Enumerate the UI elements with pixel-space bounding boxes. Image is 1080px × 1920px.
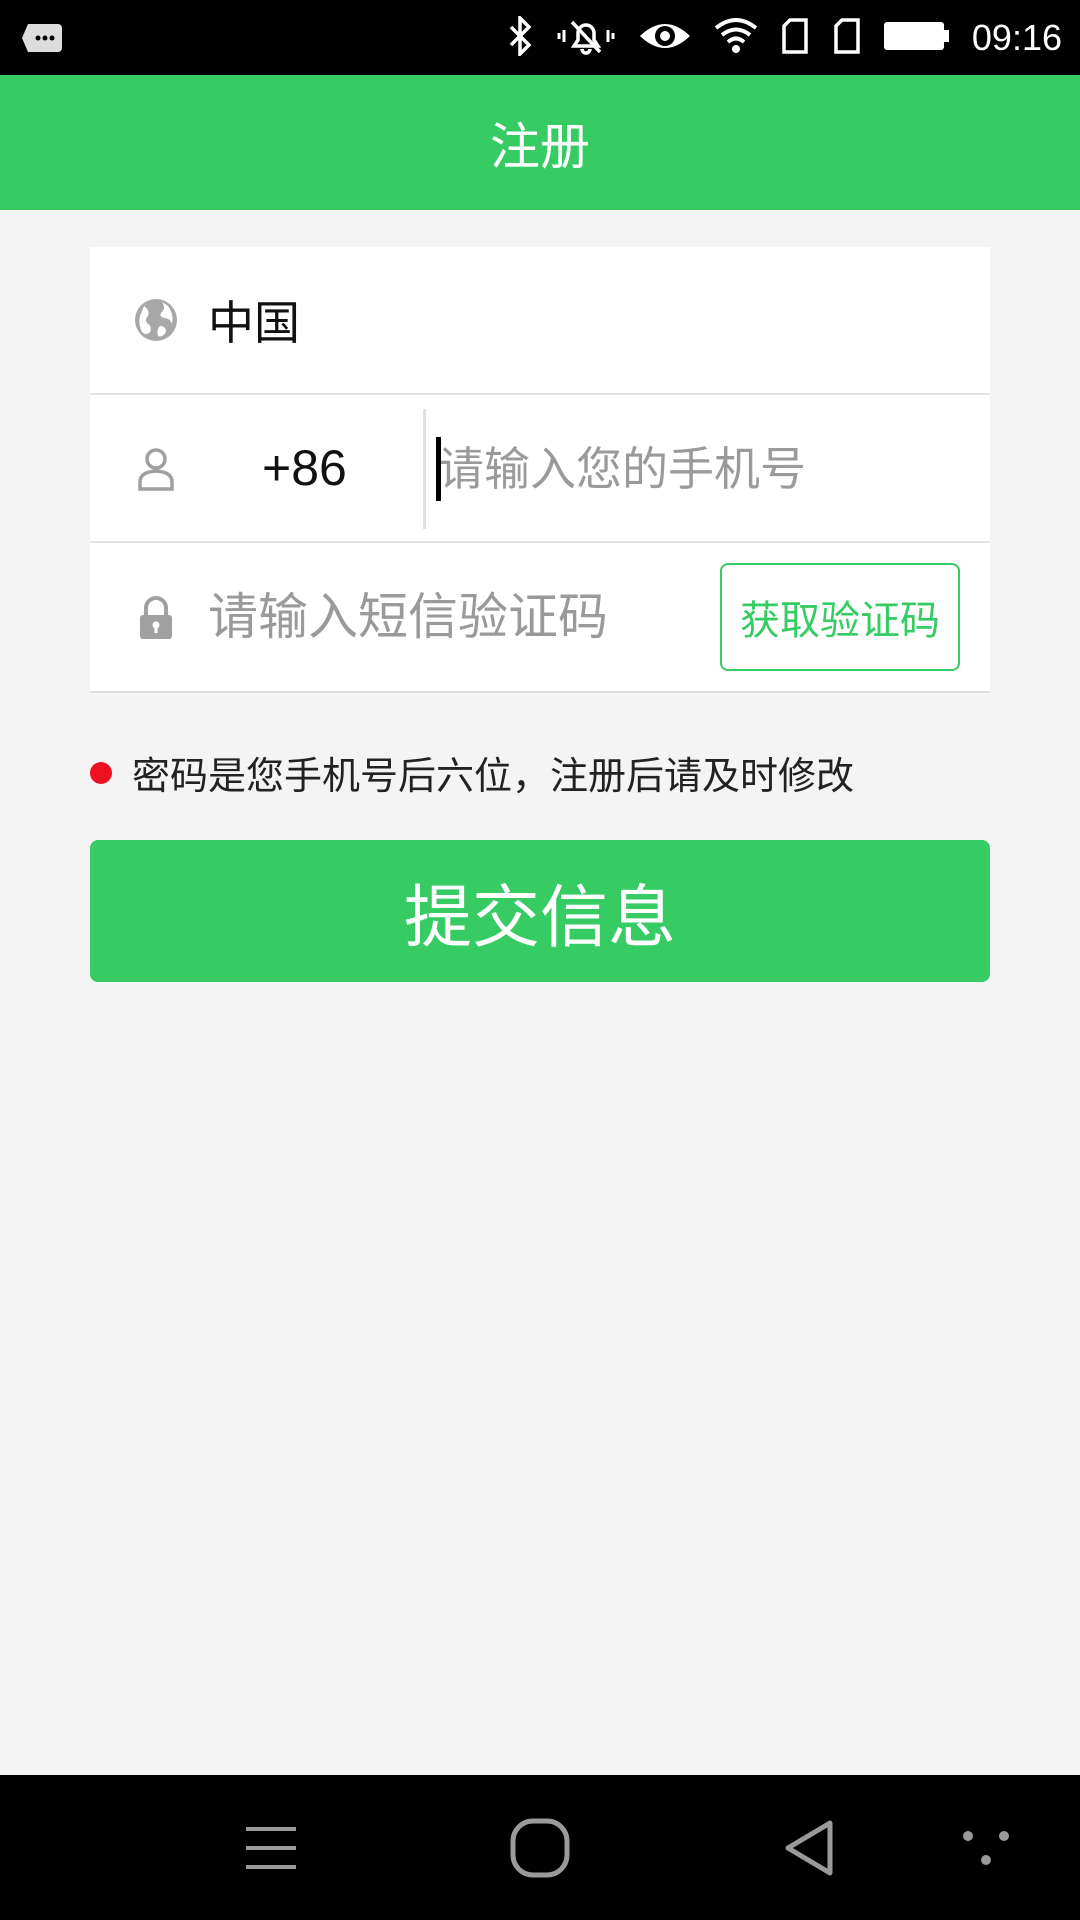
back-icon[interactable]: [776, 1775, 842, 1920]
sms-code-input[interactable]: [208, 565, 688, 669]
status-bar: 09:16: [0, 0, 1080, 75]
sim-icon: [832, 16, 862, 60]
country-code[interactable]: +86: [262, 439, 347, 497]
phone-row: +86: [90, 395, 990, 543]
submit-button[interactable]: 提交信息: [90, 840, 990, 982]
sim-icon: [780, 16, 810, 60]
battery-icon: [883, 19, 950, 57]
eye-icon: [638, 16, 692, 60]
wifi-icon: [714, 16, 758, 60]
get-code-button[interactable]: 获取验证码: [720, 563, 960, 671]
lock-icon: [132, 593, 180, 641]
menu-icon[interactable]: [230, 1775, 312, 1920]
app-bar: 注册: [0, 75, 1080, 210]
sms-row: 获取验证码: [90, 543, 990, 691]
notification-icon: [22, 20, 62, 60]
status-time: 09:16: [971, 16, 1062, 58]
vibrate-icon: [556, 16, 616, 60]
home-icon[interactable]: [502, 1775, 578, 1920]
phone-input[interactable]: [438, 417, 958, 521]
globe-icon: [132, 296, 180, 344]
notice-dot: [90, 761, 112, 784]
country-value: 中国: [208, 296, 300, 350]
notice-text: 密码是您手机号后六位，注册后请及时修改: [132, 754, 855, 798]
user-icon: [132, 444, 180, 492]
more-icon[interactable]: [954, 1775, 1018, 1920]
field-divider: [423, 409, 426, 529]
registration-form: 中国 +86 获取验证码: [90, 247, 990, 693]
page-title: 注册: [490, 117, 590, 176]
country-selector[interactable]: 中国: [90, 247, 990, 395]
bluetooth-icon: [508, 13, 534, 60]
navigation-bar: [0, 1775, 1080, 1920]
password-notice: 密码是您手机号后六位，注册后请及时修改: [90, 745, 854, 800]
text-cursor: [436, 437, 441, 501]
